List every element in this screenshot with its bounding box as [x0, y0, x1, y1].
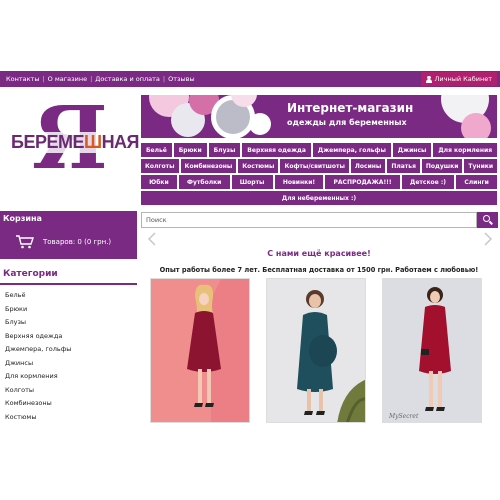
catnav-non-pregnant[interactable]: Для небеременных :): [141, 191, 497, 205]
nav-link-contacts[interactable]: Контакты: [3, 75, 42, 83]
chevron-right-icon: [484, 232, 493, 246]
sidebar-item-suits[interactable]: Костюмы: [5, 411, 71, 425]
cart-title: Корзина: [0, 211, 137, 225]
product-card[interactable]: [266, 278, 366, 423]
search-input[interactable]: [141, 212, 477, 228]
banner-subtitle: одежды для беременных: [287, 118, 407, 127]
banner-circle: [249, 113, 271, 135]
slider-next-arrow[interactable]: [482, 232, 494, 246]
sidebar-item-outerwear[interactable]: Верхняя одежда: [5, 330, 71, 344]
catnav-tights[interactable]: Колготы: [141, 159, 179, 173]
cart-widget[interactable]: Товаров: 0 (0 грн.): [0, 225, 137, 259]
logo-text: БЕРЕМЕШНАЯ: [10, 132, 140, 153]
catnav-underwear[interactable]: Бельё: [141, 143, 172, 157]
catnav-skirts[interactable]: Юбки: [141, 175, 177, 189]
chevron-left-icon: [147, 232, 156, 246]
catnav-sale[interactable]: РАСПРОДАЖА!!!: [325, 175, 400, 189]
catnav-new[interactable]: Новинки!: [274, 175, 324, 189]
catnav-dresses[interactable]: Платья: [387, 159, 420, 173]
slider-prev-arrow[interactable]: [146, 232, 158, 246]
sidebar-item-tights[interactable]: Колготы: [5, 384, 71, 398]
nav-link-about[interactable]: О магазине: [45, 75, 90, 83]
product-card[interactable]: [150, 278, 250, 423]
product-watermark: MySecret: [389, 413, 419, 420]
shopping-cart-icon: [16, 235, 34, 249]
sidebar-item-trousers[interactable]: Брюки: [5, 303, 71, 317]
catnav-nursing[interactable]: Для кормления: [433, 143, 498, 157]
search-button[interactable]: [477, 212, 498, 228]
cart-summary: Товаров: 0 (0 грн.): [43, 238, 112, 246]
catnav-kids[interactable]: Детское :): [401, 175, 455, 189]
catnav-suits[interactable]: Костюмы: [238, 159, 279, 173]
info-banner: Опыт работы более 7 лет. Бесплатная дост…: [159, 266, 479, 274]
category-nav-row: Бельё Брюки Блузы Верхняя одежда Джемпер…: [141, 143, 498, 157]
category-nav-row: Колготы Комбинезоны Костюмы Кофты/свитшо…: [141, 159, 498, 173]
top-nav: Контакты | О магазине | Доставка и оплат…: [3, 71, 198, 87]
sidebar-item-overalls[interactable]: Комбинезоны: [5, 397, 71, 411]
category-nav-row: Для небеременных :): [141, 191, 497, 205]
catnav-shorts[interactable]: Шорты: [231, 175, 273, 189]
catnav-outerwear[interactable]: Верхняя одежда: [242, 143, 311, 157]
catnav-tshirts[interactable]: Футболки: [178, 175, 230, 189]
account-button-label: Личный Кабинет: [434, 75, 493, 83]
catnav-tunics[interactable]: Туники: [464, 159, 498, 173]
product-image: [151, 279, 249, 422]
sidebar-item-jumpers[interactable]: Джемпера, гольфы: [5, 343, 71, 357]
nav-link-reviews[interactable]: Отзывы: [165, 75, 197, 83]
product-image: [267, 279, 365, 422]
catnav-overalls[interactable]: Комбинезоны: [180, 159, 237, 173]
catnav-leggings[interactable]: Лосины: [350, 159, 386, 173]
catnav-sweatshirts[interactable]: Кофты/свитшоты: [280, 159, 349, 173]
account-button[interactable]: Личный Кабинет: [420, 72, 497, 86]
nav-link-delivery[interactable]: Доставка и оплата: [92, 75, 163, 83]
sidebar-item-blouses[interactable]: Блузы: [5, 316, 71, 330]
top-nav-bar: Контакты | О магазине | Доставка и оплат…: [0, 71, 500, 87]
product-image: [383, 279, 481, 422]
catnav-pillows[interactable]: Подушки: [421, 159, 463, 173]
category-nav: Бельё Брюки Блузы Верхняя одежда Джемпер…: [141, 143, 498, 207]
sidebar-divider: [0, 283, 137, 285]
sidebar-title: Категории: [3, 269, 58, 279]
header-banner: Интернет-магазин одежды для беременных: [141, 95, 497, 138]
sidebar-item-jeans[interactable]: Джинсы: [5, 357, 71, 371]
banner-title: Интернет-магазин: [287, 101, 414, 115]
sidebar-item-underwear[interactable]: Бельё: [5, 289, 71, 303]
banner-circle: [461, 113, 491, 138]
slogan: С нами ещё красивее!: [267, 249, 371, 258]
user-icon: [425, 75, 432, 83]
catnav-blouses[interactable]: Блузы: [208, 143, 241, 157]
site-logo[interactable]: Я БЕРЕМЕШНАЯ: [10, 96, 140, 182]
catnav-jumpers[interactable]: Джемпера, гольфы: [312, 143, 391, 157]
category-nav-row: Юбки Футболки Шорты Новинки! РАСПРОДАЖА!…: [141, 175, 498, 189]
sidebar-item-nursing[interactable]: Для кормления: [5, 370, 71, 384]
product-card[interactable]: MySecret: [382, 278, 482, 423]
catnav-jeans[interactable]: Джинсы: [392, 143, 432, 157]
catnav-trousers[interactable]: Брюки: [173, 143, 207, 157]
sidebar-category-list: Бельё Брюки Блузы Верхняя одежда Джемпер…: [5, 289, 71, 424]
catnav-slings[interactable]: Слинги: [456, 175, 498, 189]
